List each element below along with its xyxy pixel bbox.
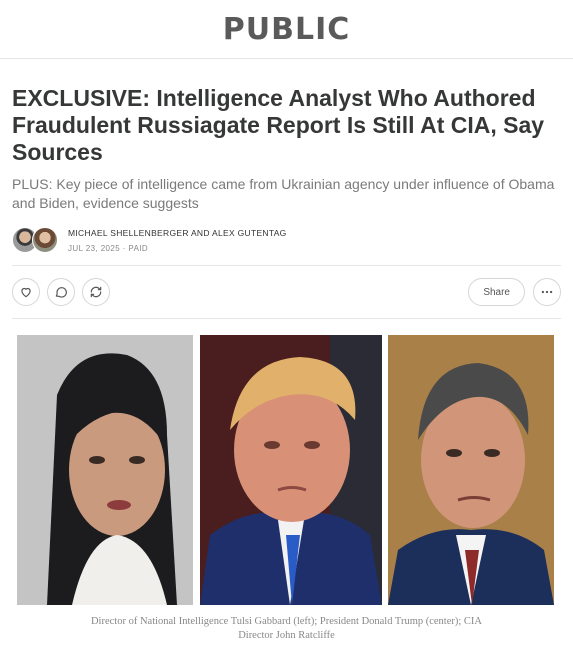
ellipsis-icon <box>541 290 553 294</box>
article: EXCLUSIVE: Intelligence Analyst Who Auth… <box>0 85 573 643</box>
author-info: MICHAEL SHELLENBERGER AND ALEX GUTENTAG … <box>68 228 287 253</box>
avatar[interactable] <box>32 227 58 253</box>
article-subtitle: PLUS: Key piece of intelligence came fro… <box>12 176 555 211</box>
author-names[interactable]: MICHAEL SHELLENBERGER AND ALEX GUTENTAG <box>68 228 287 238</box>
more-options-button[interactable] <box>533 278 561 306</box>
article-title: EXCLUSIVE: Intelligence Analyst Who Auth… <box>12 85 545 165</box>
heart-icon <box>21 287 31 298</box>
article-image[interactable] <box>17 335 554 605</box>
comment-icon <box>55 287 67 298</box>
comment-button[interactable] <box>47 278 75 306</box>
access-badge: PAID <box>128 243 149 253</box>
site-header: PUBLIC <box>0 0 573 59</box>
meta-separator: · <box>122 243 126 253</box>
share-button[interactable]: Share <box>468 278 525 306</box>
action-bar: Share <box>12 266 561 318</box>
divider <box>12 318 561 319</box>
like-button[interactable] <box>12 278 40 306</box>
photo-right <box>388 335 554 605</box>
image-caption: Director of National Intelligence Tulsi … <box>90 616 483 641</box>
site-logo[interactable]: PUBLIC <box>223 12 351 47</box>
photo-center <box>199 335 382 605</box>
restack-button[interactable] <box>82 278 110 306</box>
post-date: JUL 23, 2025 <box>68 243 121 253</box>
byline: MICHAEL SHELLENBERGER AND ALEX GUTENTAG … <box>12 227 561 253</box>
photo-left <box>17 335 193 605</box>
post-meta: JUL 23, 2025 · PAID <box>68 244 287 253</box>
author-avatars <box>12 227 62 253</box>
restack-icon <box>90 286 102 298</box>
